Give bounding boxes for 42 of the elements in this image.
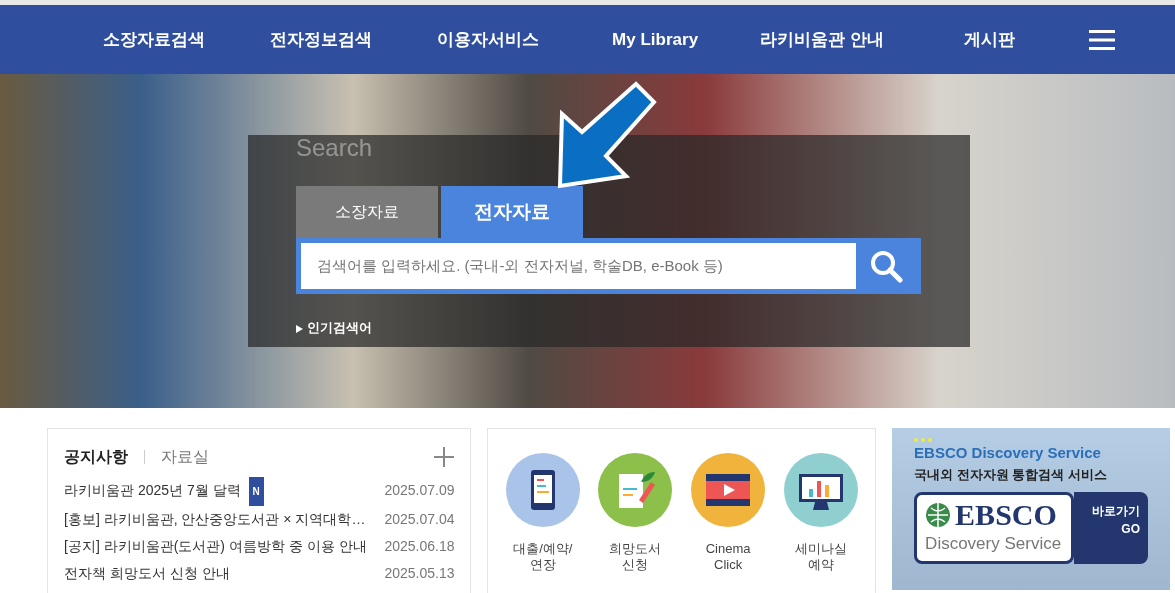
quick-link[interactable]: 희망도서 신청 xyxy=(598,453,673,573)
notice-date: 2025.07.09 xyxy=(384,481,455,500)
globe-icon xyxy=(925,502,952,528)
ebsco-banner[interactable]: EBSCO Discovery Service 국내외 전자자원 통합검색 서비스 EBSCO Discovery Service 바로가기 GO xyxy=(892,428,1170,590)
quick-link-label: 세미나실 예약 xyxy=(794,541,847,573)
notice-link[interactable]: [공지] 라키비움관(도서관) 여름방학 중 이용 안내 xyxy=(64,533,367,560)
quick-link[interactable]: 대출/예약/ 연장 xyxy=(505,453,580,573)
search-icon xyxy=(869,249,903,283)
logo-subtitle: Discovery Service xyxy=(925,533,1063,555)
nav-link[interactable]: 이용자서비스 xyxy=(404,26,572,53)
go-label: 바로가기 xyxy=(1091,503,1140,520)
notice-link[interactable]: 전자책 희망도서 신청 안내 xyxy=(64,560,230,587)
nav-link[interactable]: My Library xyxy=(571,26,739,53)
menu-icon[interactable] xyxy=(1089,29,1116,50)
banner-subtitle: 국내외 전자자원 통합검색 서비스 xyxy=(914,465,1108,484)
notice-tab[interactable]: 공지사항 xyxy=(64,445,128,469)
search-tab[interactable]: 전자자료 xyxy=(441,186,583,238)
quick-link-label: 희망도서 신청 xyxy=(609,541,662,573)
nav-link[interactable]: 소장자료검색 xyxy=(70,26,238,53)
new-badge: N xyxy=(248,477,264,506)
notice-link[interactable]: [홍보] 라키비움관, 안산중앙도서관 × 지역대학… xyxy=(64,506,366,533)
search-field[interactable]: 검색어를 입력하세요. (국내-외 전자저널, 학술DB, e-Book 등) xyxy=(301,243,856,289)
quick-link-label: Cinema Click xyxy=(705,541,751,573)
notice-date: 2025.06.18 xyxy=(384,537,455,556)
notice-tab[interactable]: 자료실 xyxy=(161,445,209,469)
popular-searches-link[interactable]: 인기검색어 xyxy=(296,318,372,338)
notice-date: 2025.05.13 xyxy=(384,564,455,583)
search-heading: Search xyxy=(296,135,374,161)
quick-link[interactable]: Cinema Click xyxy=(691,453,766,573)
nav-link[interactable]: 라키비움관 안내 xyxy=(738,26,906,53)
go-text: GO xyxy=(1120,521,1140,538)
nav-link[interactable]: 게시판 xyxy=(905,26,1074,53)
dots-icon xyxy=(914,438,935,442)
nav-link[interactable]: 전자정보검색 xyxy=(237,26,405,53)
plus-icon[interactable] xyxy=(434,447,455,467)
quick-link[interactable]: 세미나실 예약 xyxy=(783,453,858,573)
notice-date: 2025.07.04 xyxy=(384,510,455,529)
banner-title: EBSCO Discovery Service xyxy=(914,443,1102,463)
search-tab[interactable]: 소장자료 xyxy=(296,186,438,238)
logo-text: EBSCO xyxy=(955,499,1057,531)
quick-link-label: 대출/예약/ 연장 xyxy=(513,541,573,573)
notice-link[interactable]: 라키비움관 2025년 7월 달력 xyxy=(64,477,241,506)
